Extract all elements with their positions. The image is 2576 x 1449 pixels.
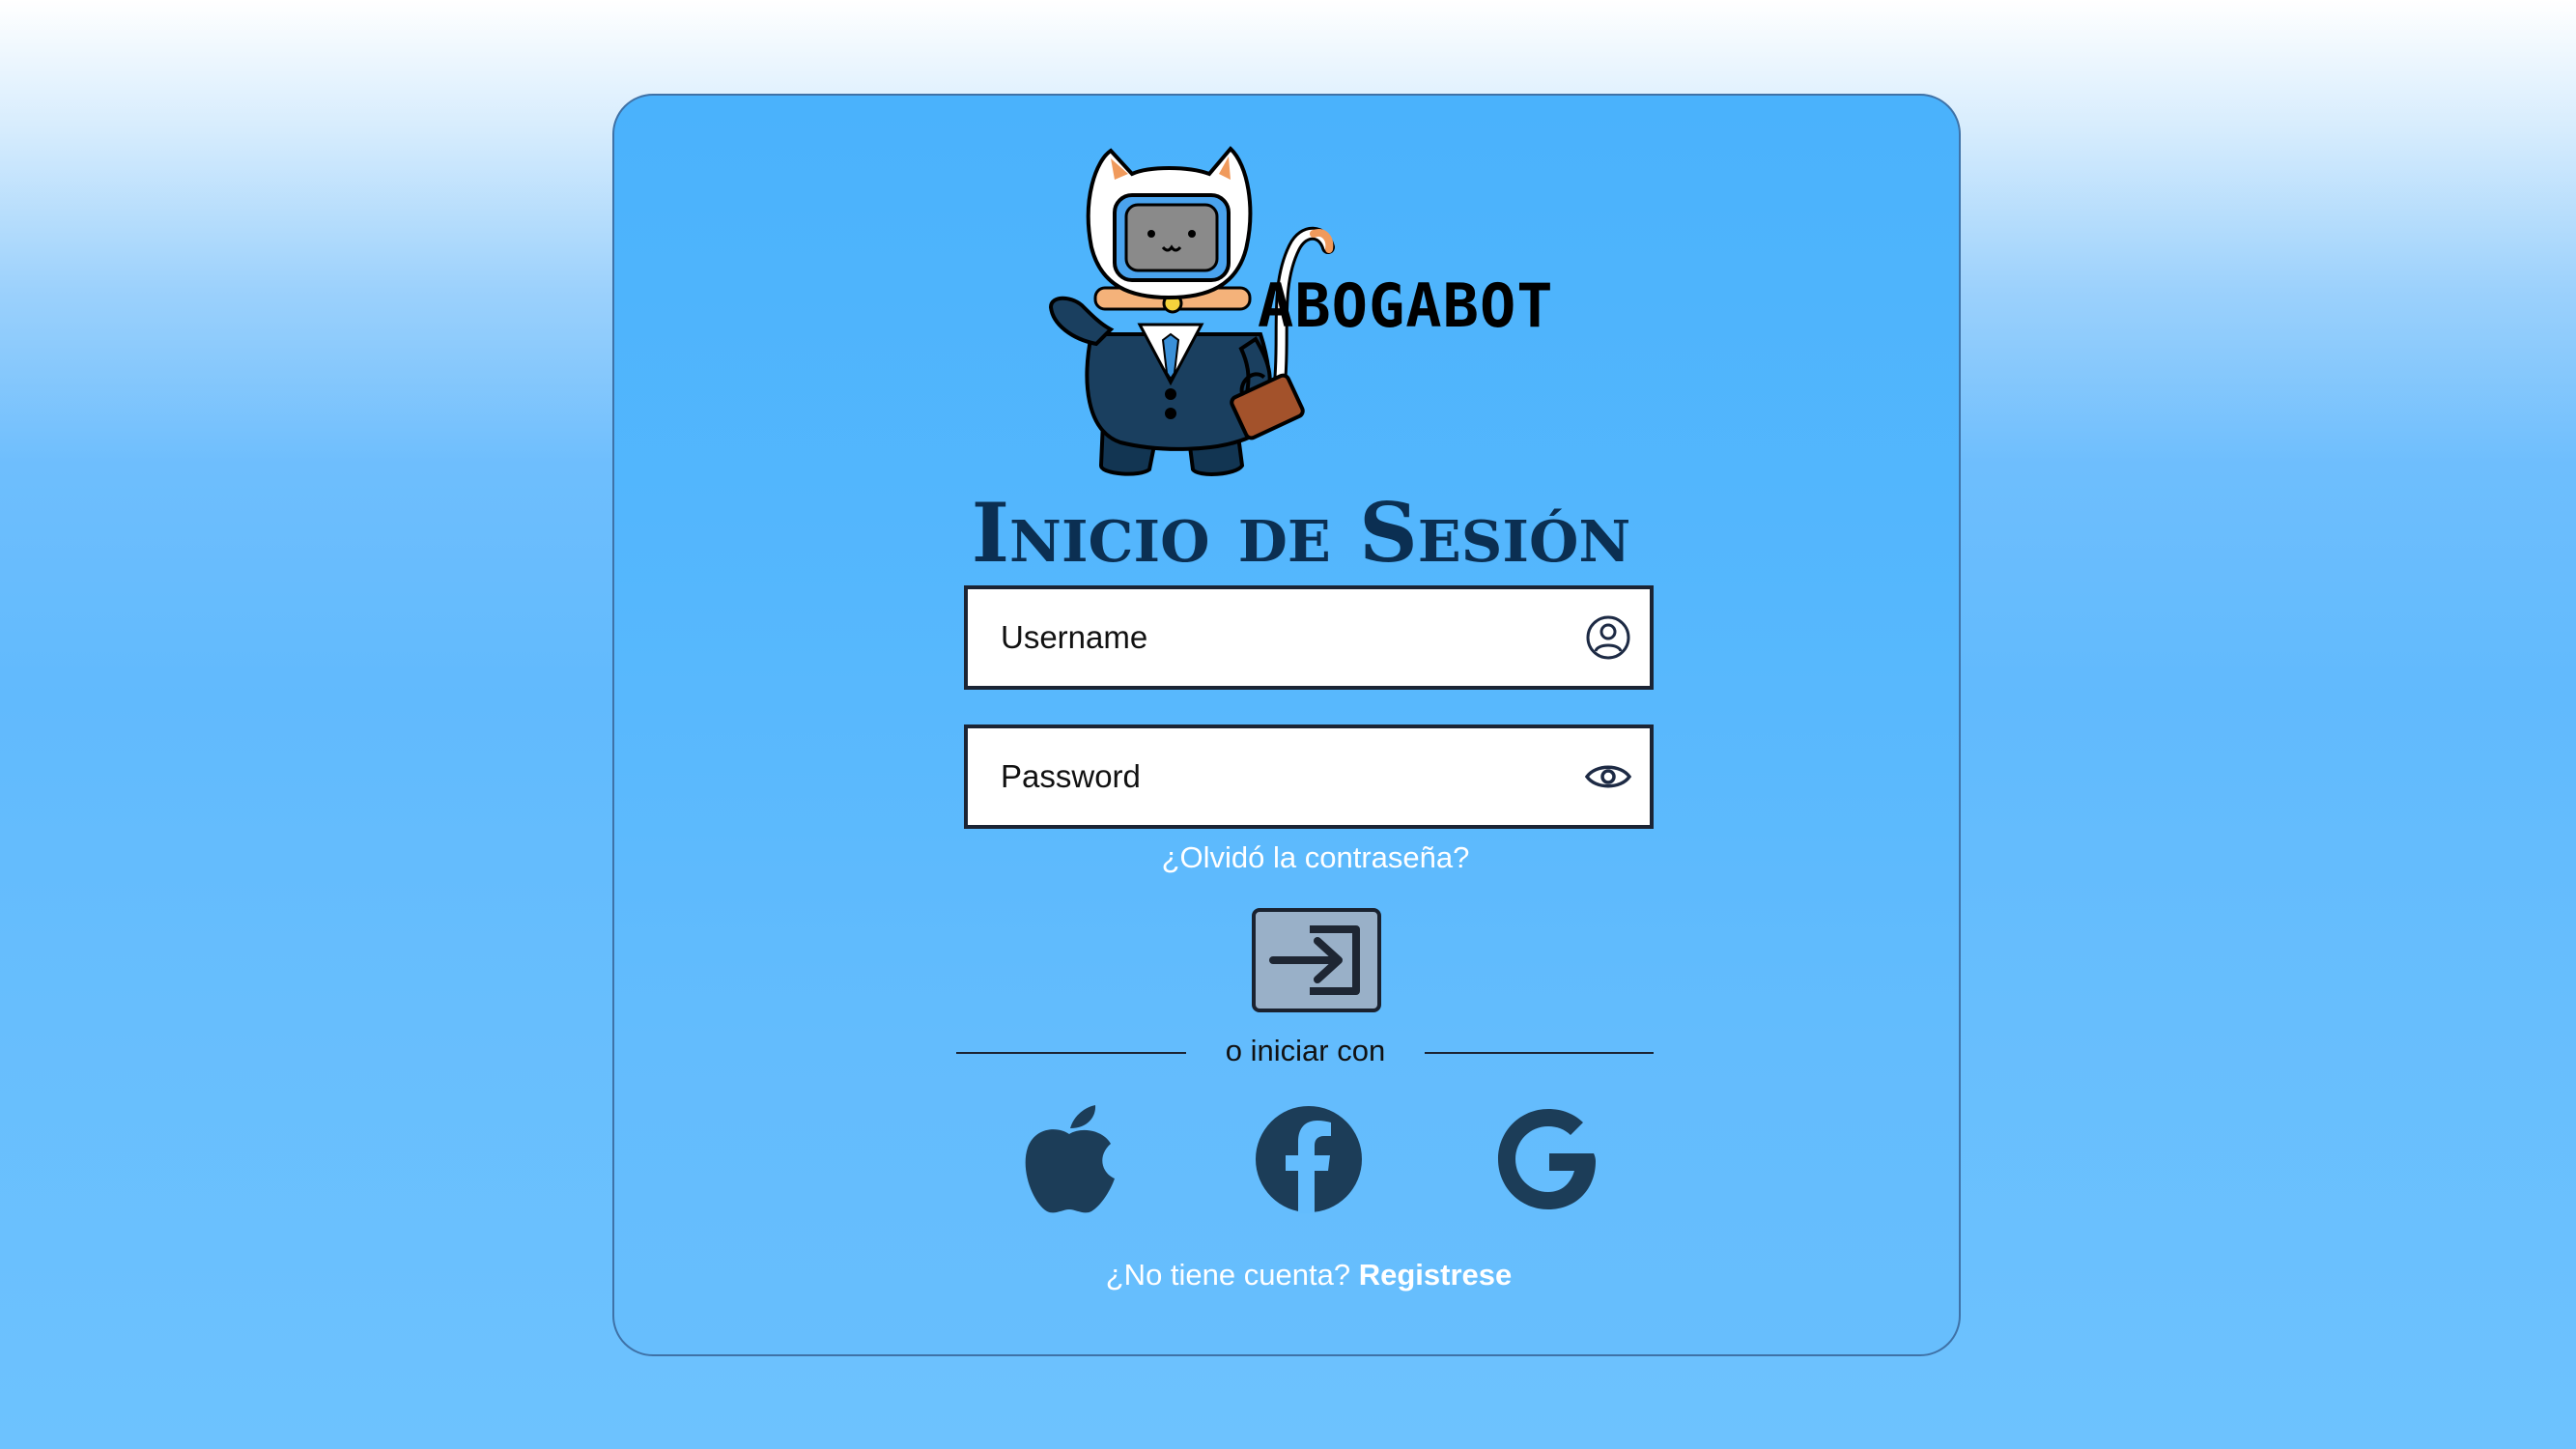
user-icon — [1586, 615, 1630, 660]
apple-icon — [1025, 1105, 1115, 1213]
page-title: Inicio de Sesión — [971, 485, 1631, 581]
username-field[interactable]: Username — [964, 585, 1654, 690]
password-field[interactable]: Password — [964, 724, 1654, 829]
divider-text: o iniciar con — [1225, 1034, 1386, 1067]
signup-prompt: ¿No tiene cuenta? Registrese — [964, 1258, 1654, 1293]
google-icon — [1498, 1109, 1596, 1209]
login-submit-button[interactable] — [1252, 908, 1381, 1012]
signup-prompt-text: ¿No tiene cuenta? — [1105, 1258, 1351, 1292]
divider-line-right — [1425, 1052, 1654, 1054]
password-placeholder: Password — [1001, 758, 1141, 794]
username-placeholder: Username — [1001, 619, 1148, 655]
apple-login-button[interactable] — [1014, 1101, 1124, 1217]
facebook-login-button[interactable] — [1254, 1101, 1364, 1217]
facebook-icon — [1256, 1106, 1362, 1213]
forgot-password-link[interactable]: ¿Olvidó la contraseña? — [966, 840, 1665, 875]
google-login-button[interactable] — [1493, 1101, 1603, 1217]
divider-line-left — [956, 1052, 1186, 1054]
brand-wordmark: ABOGABOT — [1258, 270, 1554, 341]
signup-link[interactable]: Registrese — [1359, 1258, 1513, 1292]
eye-icon[interactable] — [1584, 753, 1632, 801]
login-arrow-icon — [1269, 925, 1360, 995]
